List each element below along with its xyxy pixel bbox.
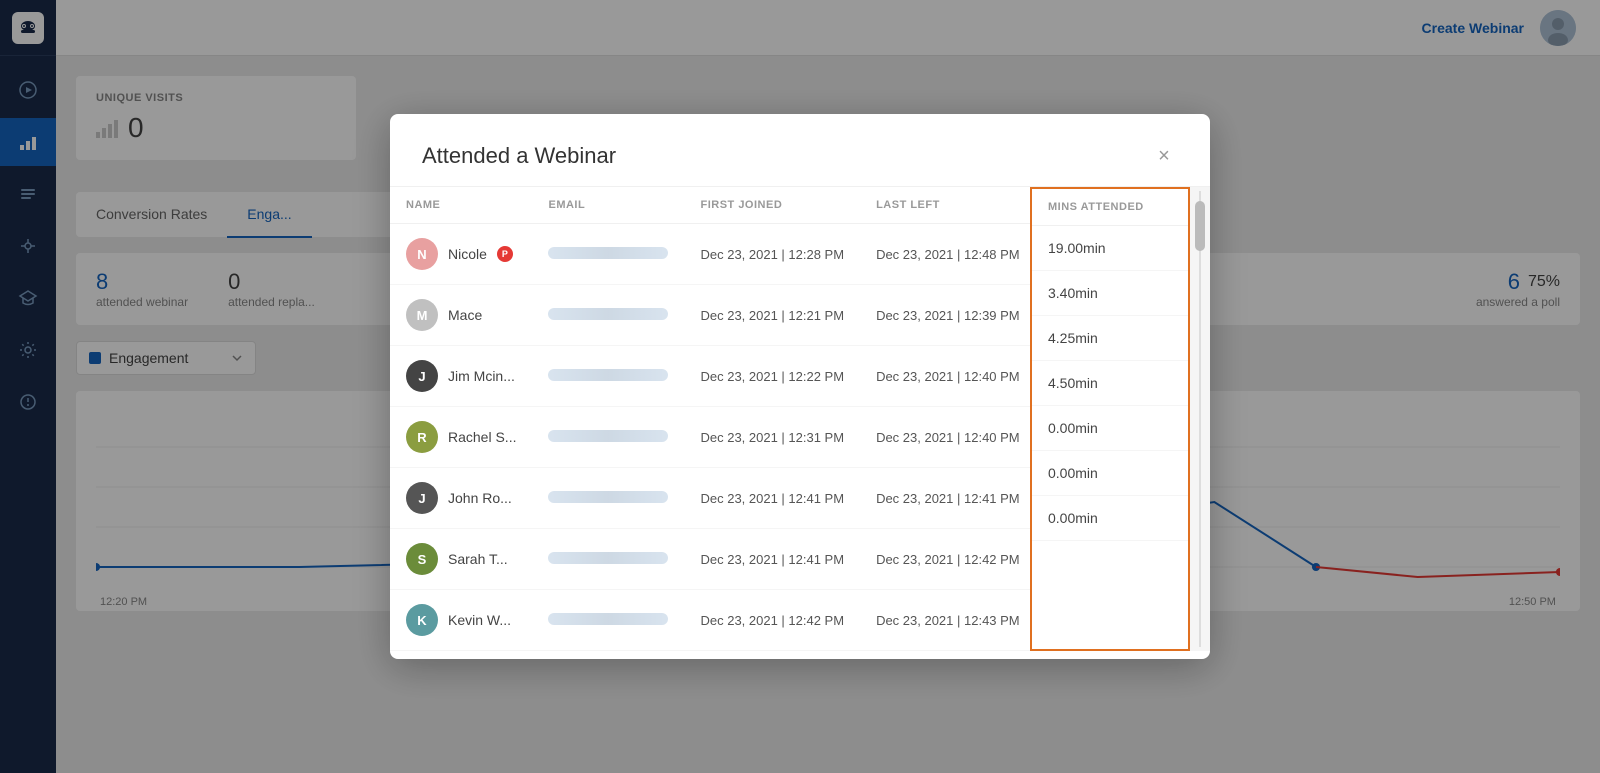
col-last-left: LAST LEFT	[860, 187, 1030, 224]
scrollbar-vertical[interactable]	[1190, 187, 1210, 651]
table-row[interactable]: M Mace Dec 23, 2021 | 12:21 PMDec 23, 20…	[390, 285, 1030, 346]
mins-attended-cell: 3.40min	[1032, 271, 1188, 316]
modal-header: Attended a Webinar ×	[390, 114, 1210, 187]
col-first-joined: FIRST JOINED	[684, 187, 860, 224]
attendee-table: NAME EMAIL FIRST JOINED LAST LEFT N Nico…	[390, 187, 1030, 651]
mins-attended-cell: 0.00min	[1032, 406, 1188, 451]
mins-attended-cell: 19.00min	[1032, 226, 1188, 271]
mins-attended-cell: 4.25min	[1032, 316, 1188, 361]
mins-attended-header: MINS ATTENDED	[1032, 189, 1188, 226]
table-row[interactable]: K Kevin W... Dec 23, 2021 | 12:42 PMDec …	[390, 590, 1030, 651]
attendee-table-container: NAME EMAIL FIRST JOINED LAST LEFT N Nico…	[390, 187, 1030, 651]
modal-title: Attended a Webinar	[422, 143, 616, 169]
modal: Attended a Webinar × NAME EMAIL FIRST JO…	[390, 114, 1210, 659]
table-row[interactable]: N Nicole P Dec 23, 2021 | 12:28 PMDec 23…	[390, 224, 1030, 285]
table-row[interactable]: J Jim Mcin... Dec 23, 2021 | 12:22 PMDec…	[390, 346, 1030, 407]
mins-attended-column: MINS ATTENDED 19.00min3.40min4.25min4.50…	[1030, 187, 1190, 651]
table-row[interactable]: J John Ro... Dec 23, 2021 | 12:41 PMDec …	[390, 468, 1030, 529]
mins-attended-cell: 0.00min	[1032, 496, 1188, 541]
mins-attended-cell: 0.00min	[1032, 451, 1188, 496]
modal-footer	[390, 651, 1210, 659]
col-email: EMAIL	[532, 187, 684, 224]
mins-attended-cell: 4.50min	[1032, 361, 1188, 406]
modal-overlay: Attended a Webinar × NAME EMAIL FIRST JO…	[0, 0, 1600, 773]
modal-close-button[interactable]: ×	[1150, 142, 1178, 170]
col-name: NAME	[390, 187, 532, 224]
table-row[interactable]: S Sarah T... Dec 23, 2021 | 12:41 PMDec …	[390, 529, 1030, 590]
table-row[interactable]: R Rachel S... Dec 23, 2021 | 12:31 PMDec…	[390, 407, 1030, 468]
modal-body: NAME EMAIL FIRST JOINED LAST LEFT N Nico…	[390, 187, 1210, 651]
